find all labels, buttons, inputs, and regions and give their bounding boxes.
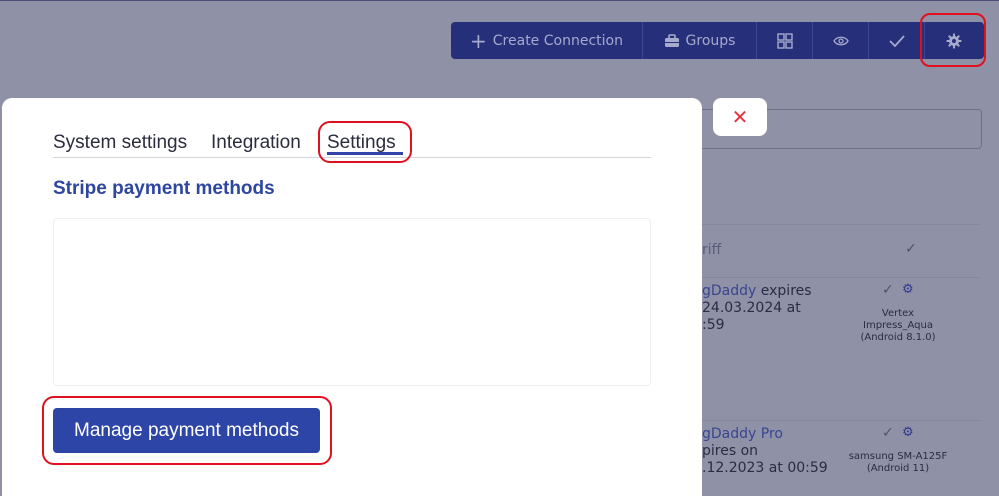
payment-methods-container [53, 218, 651, 386]
grid-view-button[interactable] [757, 22, 813, 59]
toolbar: + Create Connection Groups [451, 22, 984, 59]
tab-system-settings[interactable]: System settings [53, 132, 187, 154]
check-icon: ✓ [905, 241, 917, 257]
table-row-tariff: gDaddy Pro pires on .12.2023 at 00:59 [702, 426, 828, 477]
create-connection-button[interactable]: + Create Connection [451, 22, 643, 59]
plus-icon: + [470, 28, 487, 53]
tariff-expiry-time: .12.2023 at 00:59 [702, 460, 828, 476]
tariff-link: gDaddy [702, 283, 757, 299]
device-info: samsung SM-A125F (Android 11) [840, 451, 956, 475]
settings-tab-highlight [318, 121, 412, 163]
close-icon: ✕ [731, 105, 749, 129]
tab-integration[interactable]: Integration [211, 132, 301, 154]
tariff-expiry-date: pires on [702, 443, 759, 459]
check-icon: ✓ [882, 282, 894, 298]
background-divider [700, 277, 980, 278]
settings-modal: System settings Integration Settings Str… [2, 98, 702, 496]
gear-icon: ⚙ [902, 282, 914, 297]
device-name: Vertex [881, 308, 915, 319]
table-row-tariff: gDaddy expires 24.03.2024 at :59 [702, 283, 812, 334]
eye-icon [832, 35, 849, 47]
device-name: samsung SM-A125F [848, 451, 948, 462]
section-title: Stripe payment methods [53, 178, 275, 199]
close-modal-button[interactable]: ✕ [713, 98, 767, 136]
tariff-suffix: expires [756, 283, 812, 299]
manage-button-highlight [42, 396, 332, 465]
groups-label: Groups [685, 32, 736, 49]
grid-icon [776, 32, 793, 49]
create-connection-label: Create Connection [492, 32, 623, 49]
check-icon: ✓ [882, 425, 894, 441]
background-divider [700, 420, 980, 421]
device-os: (Android 11) [866, 463, 930, 474]
gear-icon: ⚙ [902, 425, 914, 440]
settings-button-highlight [920, 13, 986, 67]
device-os: (Android 8.1.0) [860, 332, 936, 343]
tariff-link: gDaddy Pro [702, 426, 783, 442]
check-icon [888, 34, 905, 48]
groups-button[interactable]: Groups [643, 22, 757, 59]
device-model: Impress_Aqua [863, 320, 933, 331]
tariff-expiry-time: :59 [702, 317, 725, 333]
device-info: Vertex Impress_Aqua (Android 8.1.0) [852, 308, 944, 344]
background-divider [700, 224, 980, 225]
briefcase-icon [664, 33, 680, 48]
page-top-border [0, 0, 999, 1]
confirm-button[interactable] [869, 22, 925, 59]
view-button[interactable] [813, 22, 869, 59]
tariff-expiry-date: 24.03.2024 at [702, 300, 801, 316]
tariff-column-header: riff [702, 242, 722, 258]
